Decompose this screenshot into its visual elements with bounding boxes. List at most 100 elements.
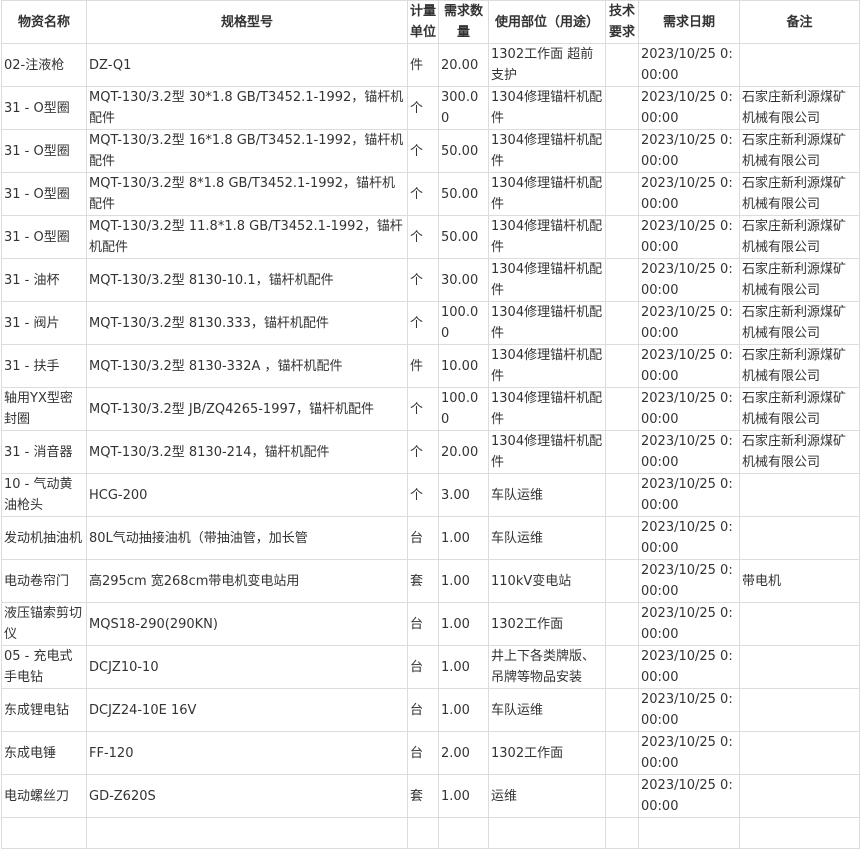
table-row: 31 - O型圈 MQT-130/3.2型 16*1.8 GB/T3452.1-1…	[1, 129, 860, 173]
remark-cell: 石家庄新利源煤矿机械有限公司	[739, 86, 860, 130]
spec-cell: MQT-130/3.2型 8*1.8 GB/T3452.1-1992，锚杆机配件	[86, 172, 408, 216]
usage-cell: 车队运维	[488, 516, 606, 560]
date-cell: 2023/10/25 0:00:00	[638, 559, 740, 603]
material-name-cell: 东成电锤	[1, 731, 87, 775]
usage-cell: 1304修理锚杆机配件	[488, 430, 606, 474]
spec-cell: DZ-Q1	[86, 43, 408, 87]
date-cell: 2023/10/25 0:00:00	[638, 387, 740, 431]
usage-cell: 车队运维	[488, 473, 606, 517]
quantity-cell: 20.00	[438, 43, 489, 87]
usage-cell: 1304修理锚杆机配件	[488, 86, 606, 130]
usage-cell	[488, 817, 606, 849]
table-row: 电动螺丝刀 GD-Z620S 套 1.00 运维 2023/10/25 0:00:00	[1, 774, 860, 818]
spec-cell: 80L气动抽接油机（带抽油管，加长管	[86, 516, 408, 560]
spec-cell: FF-120	[86, 731, 408, 775]
usage-cell: 1304修理锚杆机配件	[488, 344, 606, 388]
date-cell: 2023/10/25 0:00:00	[638, 731, 740, 775]
unit-cell: 个	[407, 473, 439, 517]
quantity-cell: 1.00	[438, 559, 489, 603]
remark-cell: 石家庄新利源煤矿机械有限公司	[739, 172, 860, 216]
spec-cell: HCG-200	[86, 473, 408, 517]
table-row: 31 - 扶手 MQT-130/3.2型 8130-332A ，锚杆机配件件 10.…	[1, 344, 860, 388]
material-name-cell: 02-注液枪	[1, 43, 87, 87]
date-cell: 2023/10/25 0:00:00	[638, 602, 740, 646]
table-row: 31 - O型圈 MQT-130/3.2型 11.8*1.8 GB/T3452.1…	[1, 215, 860, 259]
spec-cell: MQT-130/3.2型 8130-214，锚杆机配件	[86, 430, 408, 474]
tech-req-cell	[605, 774, 639, 818]
table-row: 轴用YX型密封圈 MQT-130/3.2型 JB/ZQ4265-1997，锚杆机配…	[1, 387, 860, 431]
date-cell: 2023/10/25 0:00:00	[638, 430, 740, 474]
tech-req-cell	[605, 344, 639, 388]
table-row: 东成锂电钻 DCJZ24-10E 16V 台 1.00 车队运维 2023/10/25 0…	[1, 688, 860, 732]
material-name-cell: 31 - 消音器	[1, 430, 87, 474]
tech-req-cell	[605, 172, 639, 216]
material-name-cell: 电动卷帘门	[1, 559, 87, 603]
tech-req-cell	[605, 688, 639, 732]
spec-cell: MQT-130/3.2型 11.8*1.8 GB/T3452.1-1992，锚杆…	[86, 215, 408, 259]
date-cell: 2023/10/25 0:00:00	[638, 258, 740, 302]
tech-req-cell	[605, 258, 639, 302]
tech-req-cell	[605, 602, 639, 646]
remark-cell: 石家庄新利源煤矿机械有限公司	[739, 301, 860, 345]
date-cell: 2023/10/25 0:00:00	[638, 43, 740, 87]
quantity-cell: 100.00	[438, 301, 489, 345]
table-row: 31 - O型圈 MQT-130/3.2型 30*1.8 GB/T3452.1-1…	[1, 86, 860, 130]
header-cell: 需求日期	[638, 0, 740, 44]
spec-cell	[86, 817, 408, 849]
header-cell: 需求数量	[438, 0, 489, 44]
quantity-cell: 1.00	[438, 516, 489, 560]
remark-cell	[739, 602, 860, 646]
table-row: 31 - 油杯 MQT-130/3.2型 8130-10.1，锚杆机配件个 30.0…	[1, 258, 860, 302]
spec-cell: MQT-130/3.2型 8130-10.1，锚杆机配件	[86, 258, 408, 302]
spec-cell: MQT-130/3.2型 30*1.8 GB/T3452.1-1992，锚杆机配…	[86, 86, 408, 130]
table-body: 02-注液枪 DZ-Q1 件 20.00 1302工作面 超前支护 2023/10/25 …	[1, 43, 860, 849]
date-cell	[638, 817, 740, 849]
unit-cell: 个	[407, 387, 439, 431]
material-name-cell: 31 - O型圈	[1, 129, 87, 173]
tech-req-cell	[605, 516, 639, 560]
header-cell: 计量单位	[407, 0, 439, 44]
material-name-cell: 液压锚索剪切仪	[1, 602, 87, 646]
quantity-cell: 1.00	[438, 688, 489, 732]
header-row: 物资名称 规格型号 计量单位 需求数量 使用部位（用途） 技术要求 需求日期 备…	[1, 0, 860, 44]
remark-cell	[739, 645, 860, 689]
date-cell: 2023/10/25 0:00:00	[638, 774, 740, 818]
tech-req-cell	[605, 215, 639, 259]
spec-cell: 高295cm 宽268cm带电机变电站用	[86, 559, 408, 603]
demand-table: 物资名称 规格型号 计量单位 需求数量 使用部位（用途） 技术要求 需求日期 备…	[1, 0, 860, 849]
unit-cell: 个	[407, 129, 439, 173]
usage-cell: 1302工作面	[488, 602, 606, 646]
remark-cell: 石家庄新利源煤矿机械有限公司	[739, 129, 860, 173]
remark-cell	[739, 688, 860, 732]
usage-cell: 车队运维	[488, 688, 606, 732]
tech-req-cell	[605, 430, 639, 474]
date-cell: 2023/10/25 0:00:00	[638, 129, 740, 173]
tech-req-cell	[605, 301, 639, 345]
usage-cell: 井上下各类牌版、吊牌等物品安装	[488, 645, 606, 689]
quantity-cell: 300.00	[438, 86, 489, 130]
quantity-cell: 3.00	[438, 473, 489, 517]
material-name-cell: 发动机抽油机	[1, 516, 87, 560]
unit-cell: 套	[407, 559, 439, 603]
remark-cell: 石家庄新利源煤矿机械有限公司	[739, 215, 860, 259]
material-name-cell: 31 - O型圈	[1, 172, 87, 216]
spec-cell: MQT-130/3.2型 JB/ZQ4265-1997，锚杆机配件	[86, 387, 408, 431]
remark-cell	[739, 43, 860, 87]
usage-cell: 1304修理锚杆机配件	[488, 215, 606, 259]
tech-req-cell	[605, 559, 639, 603]
usage-cell: 1304修理锚杆机配件	[488, 172, 606, 216]
table-row: 05 - 充电式手电钻 DCJZ10-10 台 1.00 井上下各类牌版、吊牌等物品安装…	[1, 645, 860, 689]
unit-cell: 个	[407, 301, 439, 345]
unit-cell: 台	[407, 688, 439, 732]
material-name-cell: 31 - 油杯	[1, 258, 87, 302]
date-cell: 2023/10/25 0:00:00	[638, 688, 740, 732]
table-row: 31 - O型圈 MQT-130/3.2型 8*1.8 GB/T3452.1-19…	[1, 172, 860, 216]
date-cell: 2023/10/25 0:00:00	[638, 215, 740, 259]
quantity-cell: 10.00	[438, 344, 489, 388]
tech-req-cell	[605, 387, 639, 431]
quantity-cell: 1.00	[438, 602, 489, 646]
quantity-cell: 1.00	[438, 645, 489, 689]
material-name-cell: 31 - O型圈	[1, 86, 87, 130]
material-name-cell: 10 - 气动黄油枪头	[1, 473, 87, 517]
unit-cell: 件	[407, 344, 439, 388]
